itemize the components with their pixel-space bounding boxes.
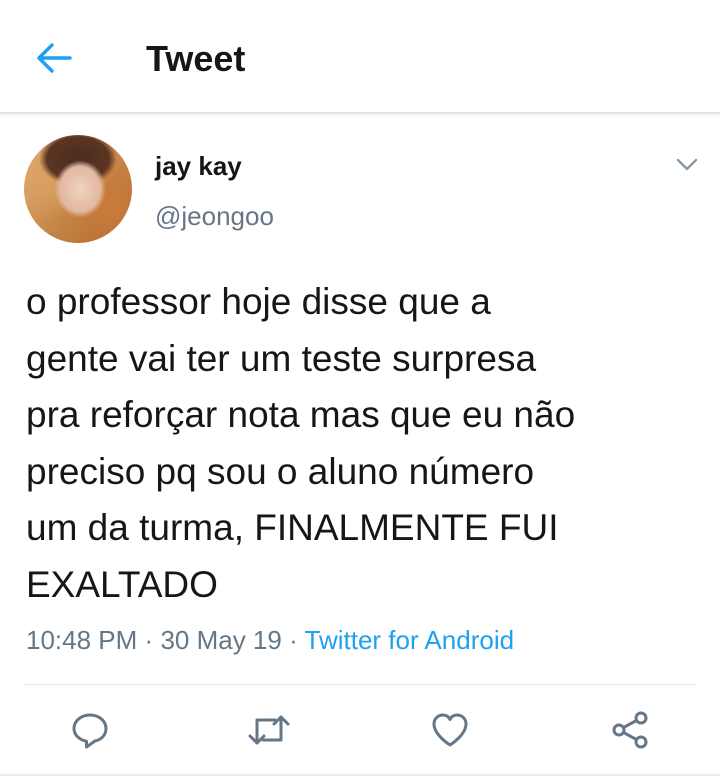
retweet-button[interactable] <box>247 708 291 752</box>
tweet-actions-bar <box>0 700 720 762</box>
page-title: Tweet <box>146 38 246 79</box>
tweet-time: 10:48 PM <box>26 625 138 655</box>
meta-separator: · <box>144 625 154 655</box>
meta-separator: · <box>289 625 298 655</box>
share-button[interactable] <box>608 708 652 752</box>
tweet-text-line: um da turma, FINALMENTE FUI <box>26 507 559 548</box>
tweet-metadata: 10:48 PM · 30 May 19 · Twitter for Andro… <box>26 622 514 658</box>
top-app-bar: Tweet <box>0 0 720 114</box>
author-handle[interactable]: @jeongoo <box>155 200 274 232</box>
tweet-text-line: preciso pq sou o aluno número <box>26 450 535 492</box>
arrow-left-icon <box>37 43 72 73</box>
tweet-text-line: pra reforçar nota mas que eu não <box>26 394 576 435</box>
share-icon <box>612 711 648 749</box>
tweet-options-button[interactable] <box>672 152 702 178</box>
tweet-text-line: EXALTADO <box>26 563 218 605</box>
retweet-icon <box>248 715 290 745</box>
reply-icon <box>72 713 108 749</box>
avatar[interactable] <box>24 135 132 243</box>
back-button[interactable] <box>30 36 78 80</box>
tweet-date: 30 May 19 <box>160 625 282 655</box>
chevron-down-icon <box>676 158 698 171</box>
like-button[interactable] <box>428 708 472 752</box>
author-display-name[interactable]: jay kay <box>155 150 242 182</box>
heart-icon <box>432 713 468 747</box>
reply-button[interactable] <box>68 708 112 752</box>
divider <box>24 684 696 685</box>
tweet-text-line: gente vai ter um teste surpresa <box>26 337 537 379</box>
divider <box>0 774 720 776</box>
tweet-text: o professor hoje disse que a gente vai t… <box>26 274 706 613</box>
tweet-text-line: o professor hoje disse que a <box>26 281 491 322</box>
tweet-source-link[interactable]: Twitter for Android <box>305 625 515 655</box>
